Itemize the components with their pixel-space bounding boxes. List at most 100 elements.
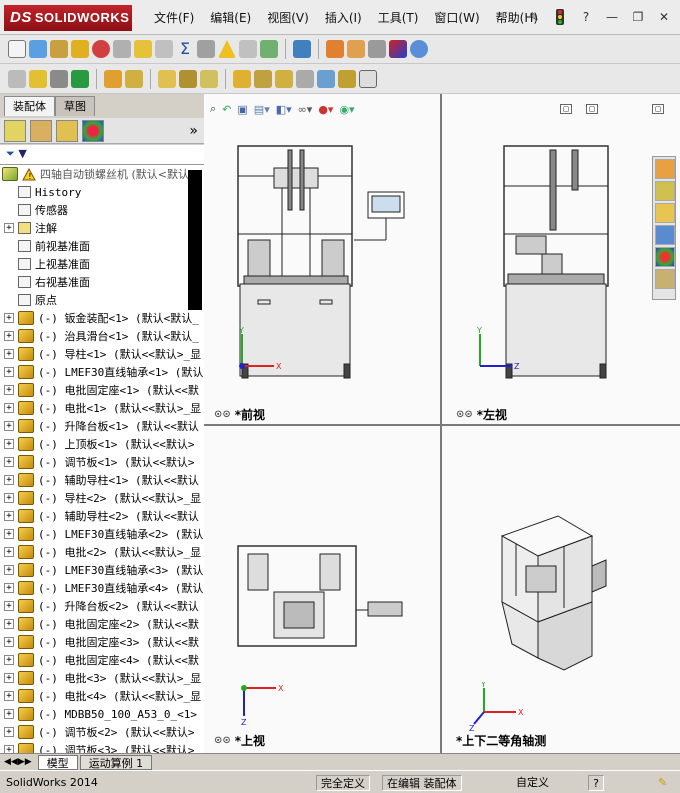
property-manager-icon[interactable] [30, 119, 52, 142]
tree-item[interactable]: + (-) 辅助导柱<2> (默认<<默认 [0, 507, 204, 525]
costing-icon[interactable] [347, 40, 365, 58]
rebuild-icon[interactable]: ✎ [654, 775, 671, 791]
tree-item[interactable]: + (-) 导柱<2> (默认<<默认>_显 [0, 489, 204, 507]
traffic-light-icon[interactable] [550, 8, 570, 26]
tree-filter[interactable]: ⏷ ▼ [0, 145, 204, 165]
resources-icon[interactable] [655, 159, 675, 179]
design-library-icon[interactable] [655, 181, 675, 201]
expand-toggle[interactable]: + [4, 421, 14, 431]
expand-toggle[interactable]: + [4, 331, 14, 341]
expand-toggle[interactable]: + [4, 511, 14, 521]
menu-insert[interactable]: 插入(I) [317, 9, 370, 26]
tree-item[interactable]: + (-) 电批固定座<4> (默认<<默 [0, 651, 204, 669]
nav-arrows[interactable]: ◀◀▶▶ [4, 757, 32, 767]
tree-item[interactable]: + (-) 钣金装配<1> (默认<默认_ [0, 309, 204, 327]
viewport-maximize-button[interactable]: ▢ [586, 104, 598, 114]
tree-item[interactable]: + (-) 电批<4> (默认<<默认>_显 [0, 687, 204, 705]
equations-icon[interactable]: Σ [176, 40, 194, 58]
display-style-icon[interactable]: ◧▾ [276, 103, 292, 116]
bill-of-materials-icon[interactable] [254, 69, 272, 88]
check-icon[interactable] [92, 40, 110, 58]
scene-icon[interactable]: ◉▾ [339, 103, 354, 116]
tree-root[interactable]: ! 四轴自动锁螺丝机 (默认<默认_ [0, 165, 204, 183]
expand-toggle[interactable]: + [4, 457, 14, 467]
zoom-to-fit-icon[interactable]: ⌕ [210, 102, 216, 116]
viewport-close-button[interactable]: ▢ [652, 104, 664, 114]
expand-toggle[interactable]: + [4, 709, 14, 719]
verify-icon[interactable] [155, 40, 173, 58]
tab-sketch[interactable]: 草图 [55, 96, 95, 116]
expand-toggle[interactable]: + [4, 493, 14, 503]
expand-toggle[interactable]: + [4, 547, 14, 557]
linear-pattern-icon[interactable] [104, 69, 122, 88]
hole-alignment-icon[interactable] [260, 40, 278, 58]
measure-icon[interactable] [29, 40, 47, 58]
tree-item[interactable]: + (-) 电批<1> (默认<<默认>_显 [0, 399, 204, 417]
tab-model[interactable]: 模型 [37, 754, 78, 770]
design-check-icon[interactable] [326, 40, 344, 58]
viewport-restore-button[interactable]: ▢ [560, 104, 572, 114]
reference-geometry-icon[interactable] [200, 69, 218, 88]
expand-toggle[interactable]: + [4, 637, 14, 647]
expand-toggle[interactable]: + [4, 673, 14, 683]
tree-item[interactable]: + (-) 治具滑台<1> (默认<默认_ [0, 327, 204, 345]
statistics-icon[interactable] [113, 40, 131, 58]
tree-item[interactable]: + (-) LMEF30直线轴承<4> (默认 [0, 579, 204, 597]
tree-item[interactable]: + (-) 辅助导柱<1> (默认<<默认 [0, 471, 204, 489]
viewport-isometric[interactable]: Y X Z *上下二等角轴测 [442, 426, 680, 753]
tab-assembly[interactable]: 装配体 [4, 96, 55, 116]
expand-toggle[interactable]: + [4, 313, 14, 323]
expand-toggle[interactable]: + [4, 385, 14, 395]
expand-toggle[interactable]: + [4, 745, 14, 753]
color-icon[interactable] [389, 40, 407, 58]
view-orientation-icon[interactable]: ▤▾ [254, 103, 270, 116]
assembly-features-icon[interactable] [179, 69, 197, 88]
tree-item[interactable]: + (-) LMEF30直线轴承<2> (默认 [0, 525, 204, 543]
tree-item[interactable]: 上视基准面 [0, 255, 204, 273]
feature-manager-icon[interactable] [4, 119, 26, 142]
close-button[interactable]: ✕ [654, 8, 674, 26]
file-explorer-icon[interactable] [655, 203, 675, 223]
compare-icon[interactable] [293, 40, 311, 58]
viewport-left[interactable]: ▢ ▢ ▢ YZ ⊙⊙ *左视 [442, 94, 680, 424]
update-speedpak-icon[interactable] [338, 69, 356, 88]
expand-toggle[interactable]: + [4, 529, 14, 539]
tree-item[interactable]: + (-) 电批固定座<1> (默认<<默 [0, 381, 204, 399]
expand-toggle[interactable]: + [4, 475, 14, 485]
tree-item[interactable]: + (-) 升降台板<2> (默认<<默认 [0, 597, 204, 615]
checklist-icon[interactable] [134, 40, 152, 58]
new-motion-study-icon[interactable] [233, 69, 251, 88]
tree-item[interactable]: + (-) 电批固定座<2> (默认<<默 [0, 615, 204, 633]
tree-item[interactable]: + (-) LMEF30直线轴承<1> (默认 [0, 363, 204, 381]
tree-item[interactable]: + 注解 [0, 219, 204, 237]
tree-item[interactable]: + (-) 调节板<2> (默认<<默认> [0, 723, 204, 741]
expand-toggle[interactable]: + [4, 619, 14, 629]
menu-tools[interactable]: 工具(T) [370, 9, 427, 26]
expand-toggle[interactable]: + [4, 655, 14, 665]
graphics-area[interactable]: YX ⊙⊙ *前视 ▢ ▢ ▢ YZ ⊙⊙ *左视 X Z ⊙⊙ *上视 Y X… [204, 94, 680, 753]
view-palette-icon[interactable] [655, 225, 675, 245]
drafting-icon[interactable] [368, 40, 386, 58]
menu-edit[interactable]: 编辑(E) [202, 9, 259, 26]
viewport-top[interactable]: XZ ⊙⊙ *上视 [204, 426, 440, 753]
tab-motion-study[interactable]: 运动算例 1 [79, 754, 153, 770]
new-part-icon[interactable] [29, 69, 47, 88]
clearance-icon[interactable] [239, 40, 257, 58]
section-view-icon[interactable]: ▣ [237, 103, 247, 116]
tree-item[interactable]: + (-) 电批<3> (默认<<默认>_显 [0, 669, 204, 687]
tree-item[interactable]: + (-) 导柱<1> (默认<<默认>_显 [0, 345, 204, 363]
expand-toggle[interactable]: + [4, 691, 14, 701]
custom-properties-icon[interactable] [655, 269, 675, 289]
expand-toggle[interactable]: + [4, 223, 14, 233]
appearance-icon[interactable]: ●▾ [318, 103, 333, 116]
viewport-front[interactable]: YX ⊙⊙ *前视 [204, 94, 440, 424]
expand-panel-button[interactable]: » [189, 123, 198, 139]
minimize-button[interactable]: — [602, 8, 622, 26]
expand-toggle[interactable]: + [4, 583, 14, 593]
move-component-icon[interactable] [125, 69, 143, 88]
tree-item[interactable]: + (-) 调节板<1> (默认<<默认> [0, 453, 204, 471]
smart-fastener-icon[interactable] [50, 69, 68, 88]
expand-toggle[interactable]: + [4, 403, 14, 413]
tree-item[interactable]: 原点 [0, 291, 204, 309]
mate-icon[interactable] [71, 69, 89, 88]
